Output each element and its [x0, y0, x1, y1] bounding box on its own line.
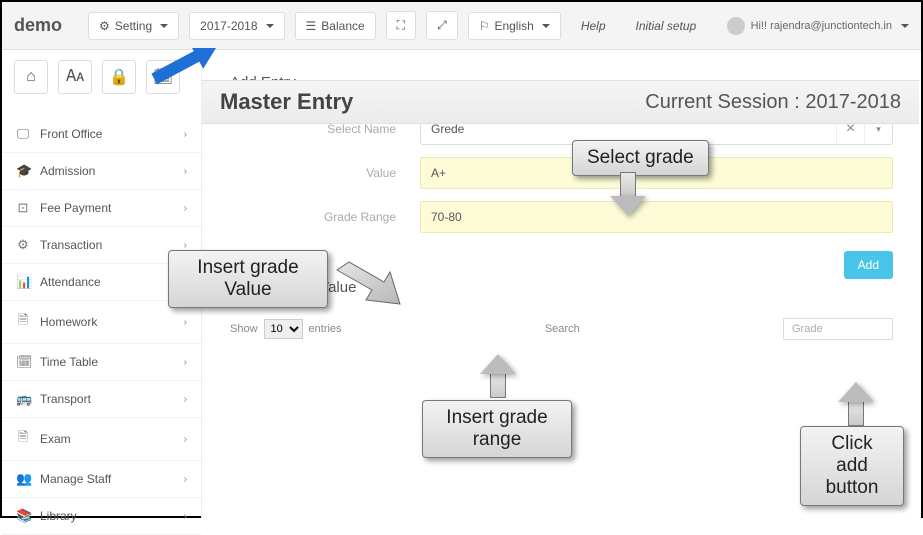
chevron-right-icon: ›	[184, 240, 187, 251]
search-label: Search	[545, 323, 580, 335]
sidebar-item-label: Manage Staff	[40, 472, 111, 486]
chevron-right-icon: ›	[184, 129, 187, 140]
chevron-right-icon: ›	[184, 203, 187, 214]
topbar: demo ⚙ Setting 2017-2018 ☰ Balance ⛶ ⤢ ⚐…	[2, 2, 921, 50]
chevron-right-icon: ›	[184, 474, 187, 485]
expand-button[interactable]: ⤢	[426, 11, 458, 40]
help-link[interactable]: Help	[571, 13, 616, 39]
sidebar-item-transport[interactable]: 🚌 Transport ›	[2, 381, 201, 418]
sidebar-icon: 🖵	[16, 126, 30, 142]
sidebar-icon: 📚	[16, 508, 30, 524]
brand-logo: demo	[14, 15, 62, 36]
user-menu[interactable]: Hi!! rajendra@junctiontech.in	[727, 17, 909, 35]
sidebar-item-label: Exam	[40, 432, 71, 446]
sidebar-item-label: Transaction	[40, 238, 102, 252]
sidebar-item-fee-payment[interactable]: ⊡ Fee Payment ›	[2, 190, 201, 227]
chevron-right-icon: ›	[184, 434, 187, 445]
chevron-right-icon: ›	[184, 357, 187, 368]
session-label: Current Session : 2017-2018	[645, 91, 901, 114]
label: English	[494, 19, 533, 33]
master-entry-value-section: Master Entry Value Show 10 entries Searc…	[230, 279, 893, 340]
range-input[interactable]	[420, 201, 893, 233]
setting-dropdown[interactable]: ⚙ Setting	[88, 12, 179, 40]
language-dropdown[interactable]: ⚐ English	[468, 12, 561, 40]
chevron-right-icon: ›	[184, 511, 187, 522]
row-range: Grade Range	[230, 201, 893, 233]
entries-label: entries	[309, 323, 342, 335]
sidebar-icon: ⚙	[16, 237, 30, 253]
sidebar-icon: 🗓	[16, 354, 30, 370]
balance-button[interactable]: ☰ Balance	[295, 12, 376, 40]
show-label: Show	[230, 323, 258, 335]
initial-setup-link[interactable]: Initial setup	[626, 13, 707, 39]
sidebar-item-label: Homework	[40, 315, 97, 329]
user-greeting: Hi!! rajendra@junctiontech.in	[751, 20, 892, 32]
sidebar-item-exam[interactable]: 🗎 Exam ›	[2, 418, 201, 461]
callout-select-grade: Select grade	[572, 140, 709, 176]
sidebar-icon: 🎓	[16, 163, 30, 179]
sidebar-item-library[interactable]: 📚 Library ›	[2, 498, 201, 535]
add-button[interactable]: Add	[844, 251, 893, 279]
sidebar-icon: 📊	[16, 274, 30, 290]
label-select-name: Select Name	[230, 122, 420, 136]
page-title: Master Entry	[220, 89, 353, 115]
label: Help	[581, 19, 606, 33]
label-range: Grade Range	[230, 210, 420, 224]
label: Initial setup	[636, 19, 697, 33]
arrow-diag-icon	[332, 252, 402, 322]
section2-title: Master Entry Value	[230, 279, 893, 296]
sidebar-item-label: Front Office	[40, 127, 102, 141]
sidebar-item-time-table[interactable]: 🗓 Time Table ›	[2, 344, 201, 381]
sidebar-icon: 🚌	[16, 391, 30, 407]
chevron-right-icon: ›	[184, 394, 187, 405]
chevron-right-icon: ›	[184, 166, 187, 177]
row-value: Value	[230, 157, 893, 189]
label-value: Value	[230, 166, 420, 180]
sidebar-item-label: Transport	[40, 392, 91, 406]
sidebar-icon: 🗎	[16, 311, 30, 333]
callout-click-add: Click add button	[800, 426, 904, 506]
chevron-right-icon: ›	[184, 317, 187, 328]
fullscreen-button[interactable]: ⛶	[386, 11, 416, 40]
sidebar-item-front-office[interactable]: 🖵 Front Office ›	[2, 116, 201, 153]
translate-icon[interactable]: 🗛	[58, 60, 92, 94]
sidebar-item-label: Time Table	[40, 355, 98, 369]
sidebar-item-label: Fee Payment	[40, 201, 111, 215]
entries-select[interactable]: 10	[264, 319, 303, 339]
sidebar-item-label: Attendance	[40, 275, 101, 289]
lock-icon[interactable]: 🔒	[102, 60, 136, 94]
sidebar-item-manage-staff[interactable]: 👥 Manage Staff ›	[2, 461, 201, 498]
select-value: Grede	[421, 122, 836, 136]
callout-insert-range: Insert grade range	[422, 400, 572, 458]
sidebar-icon: 👥	[16, 471, 30, 487]
page-header: Master Entry Current Session : 2017-2018	[202, 80, 919, 124]
sidebar-item-admission[interactable]: 🎓 Admission ›	[2, 153, 201, 190]
session-year-dropdown[interactable]: 2017-2018	[189, 12, 284, 40]
annotation-blue-arrow	[150, 48, 230, 88]
label: Setting	[115, 19, 152, 33]
chevron-down-icon	[898, 20, 909, 32]
label: Balance	[321, 19, 364, 33]
arrow-up-icon	[838, 382, 874, 426]
home-icon[interactable]: ⌂	[14, 60, 48, 94]
sidebar-item-label: Library	[40, 509, 77, 523]
avatar	[727, 17, 745, 35]
label: 2017-2018	[200, 19, 257, 33]
callout-insert-value: Insert grade Value	[168, 250, 328, 308]
sidebar-item-label: Admission	[40, 164, 95, 178]
table-controls: Show 10 entries Search	[230, 318, 893, 340]
arrow-up-icon	[480, 354, 516, 398]
arrow-down-icon	[610, 172, 646, 216]
search-input[interactable]	[783, 318, 893, 340]
sidebar-icon: 🗎	[16, 428, 30, 450]
sidebar-icon: ⊡	[16, 200, 30, 216]
